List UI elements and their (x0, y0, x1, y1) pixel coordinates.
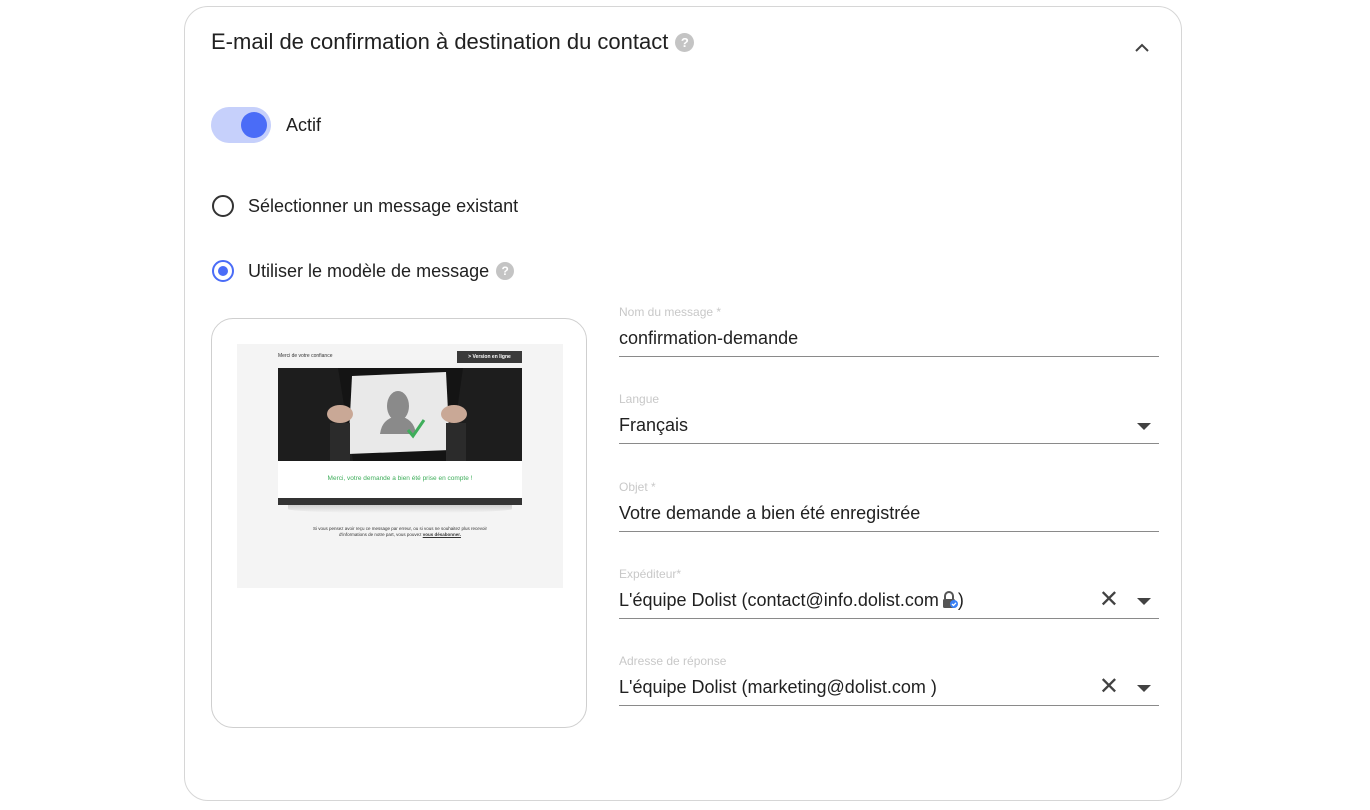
reply-to-label: Adresse de réponse (619, 654, 727, 668)
message-name-field: Nom du message * confirmation-demande (619, 304, 1159, 357)
clear-sender-icon[interactable]: ✕ (1099, 582, 1119, 618)
email-preview-thumbnail: Merci de votre confiance > Version en li… (237, 344, 563, 588)
help-icon[interactable]: ? (496, 262, 515, 280)
preview-footer-line-1: Si vous pensez avoir reçu ce message par… (312, 526, 488, 531)
sender-select[interactable]: L'équipe Dolist (contact@info.dolist.com… (619, 582, 1159, 619)
chevron-up-icon (1135, 43, 1149, 52)
subject-input[interactable]: Votre demande a bien été enregistrée (619, 495, 1159, 532)
radio-button-existing[interactable] (212, 195, 234, 217)
preview-thanks-text: Merci, votre demande a bien été prise en… (327, 475, 473, 482)
dropdown-arrow-icon[interactable] (1137, 685, 1151, 692)
help-icon[interactable]: ? (675, 32, 695, 52)
dropdown-arrow-icon[interactable] (1137, 598, 1151, 605)
preview-photo (278, 368, 522, 461)
language-label: Langue (619, 392, 660, 406)
preview-online-button: > Version en ligne (457, 351, 522, 363)
sender-field: Expéditeur* L'équipe Dolist (contact@inf… (619, 566, 1159, 619)
preview-shadow (288, 505, 512, 513)
clear-reply-to-icon[interactable]: ✕ (1099, 669, 1119, 705)
sender-value: L'équipe Dolist (contact@info.dolist.com (619, 590, 939, 610)
radio-existing-message[interactable]: Sélectionner un message existant (212, 195, 518, 217)
card-header: E-mail de confirmation à destination du … (211, 29, 695, 55)
language-field: Langue Français (619, 391, 1159, 444)
preview-unsubscribe-link: vous désabonner. (422, 532, 461, 537)
reply-to-select[interactable]: L'équipe Dolist (marketing@dolist.com ) … (619, 669, 1159, 706)
person-with-check-image (278, 368, 522, 461)
subject-field: Objet * Votre demande a bien été enregis… (619, 479, 1159, 532)
preview-footer-line-2: d'informations de notre part, vous pouve… (339, 532, 422, 537)
card-title: E-mail de confirmation à destination du … (211, 29, 669, 54)
subject-label: Objet * (619, 480, 656, 494)
active-toggle-row: Actif (211, 107, 321, 143)
dropdown-arrow-icon[interactable] (1137, 423, 1151, 430)
collapse-button[interactable] (1131, 37, 1153, 59)
reply-to-field: Adresse de réponse L'équipe Dolist (mark… (619, 653, 1159, 706)
confirmation-email-card: E-mail de confirmation à destination du … (184, 6, 1182, 801)
preview-footer-text: Si vous pensez avoir reçu ce message par… (297, 526, 503, 538)
sender-label: Expéditeur* (619, 567, 682, 581)
radio-existing-label: Sélectionner un message existant (248, 195, 519, 216)
message-name-input[interactable]: confirmation-demande (619, 320, 1159, 357)
radio-button-template[interactable] (212, 260, 234, 282)
template-preview[interactable]: Merci de votre confiance > Version en li… (211, 318, 587, 728)
language-select[interactable]: Français (619, 407, 1159, 444)
language-value: Français (619, 415, 689, 435)
active-toggle[interactable] (211, 107, 271, 143)
active-toggle-label: Actif (286, 114, 322, 135)
radio-template-message[interactable]: Utiliser le modèle de message ? (212, 260, 515, 282)
toggle-thumb (241, 112, 267, 138)
preview-footer-bar (278, 498, 522, 505)
message-name-label: Nom du message * (619, 305, 722, 319)
reply-to-value: L'équipe Dolist (marketing@dolist.com ) (619, 677, 937, 697)
preview-header-text: Merci de votre confiance (278, 353, 333, 359)
lock-verified-icon (942, 585, 958, 608)
radio-template-label: Utiliser le modèle de message (248, 260, 490, 281)
sender-value-suffix: ) (957, 590, 964, 610)
